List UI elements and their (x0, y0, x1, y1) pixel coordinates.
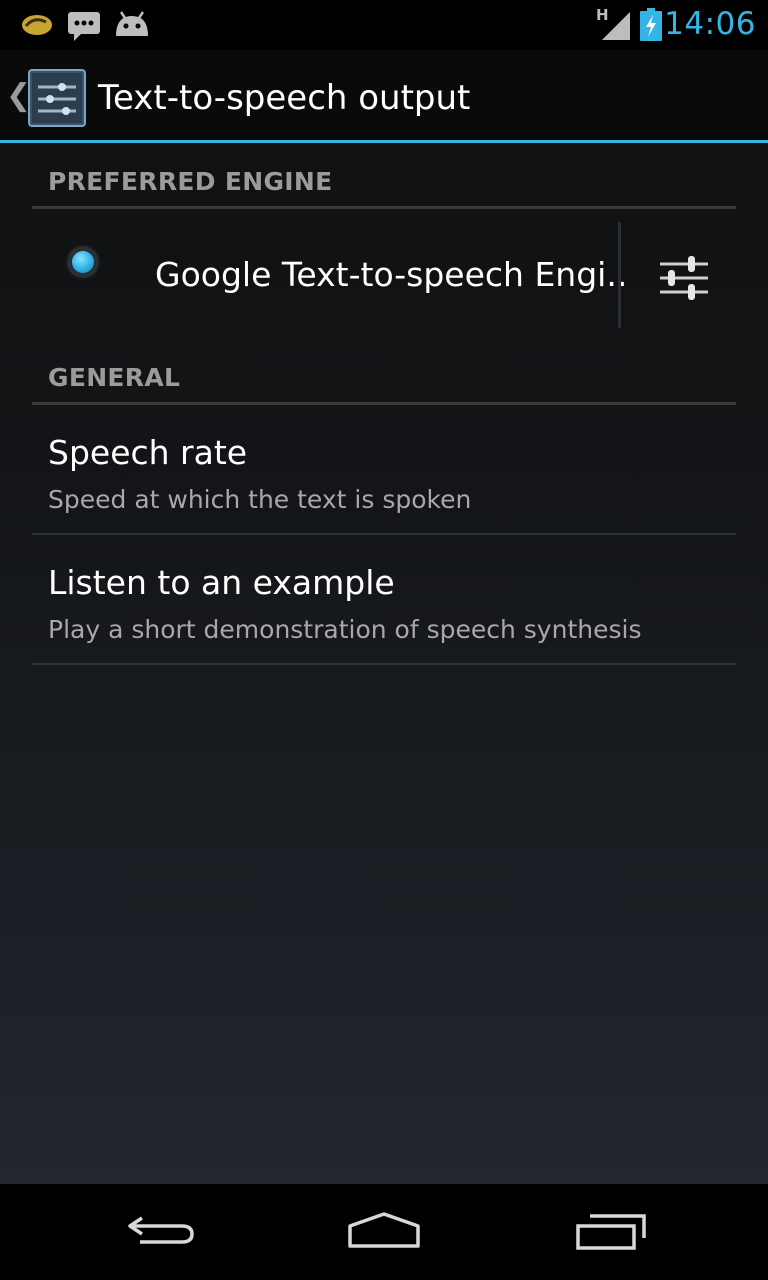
section-header-general: GENERAL (32, 350, 736, 405)
engine-label[interactable]: Google Text-to-speech Engi.. (155, 255, 627, 294)
section-header-preferred-engine: PREFERRED ENGINE (32, 158, 736, 209)
pref-item-listen-example[interactable]: Listen to an example Play a short demons… (32, 535, 736, 665)
pref-item-speech-rate[interactable]: Speech rate Speed at which the text is s… (32, 405, 736, 535)
pref-summary: Speed at which the text is spoken (48, 485, 472, 514)
pref-title: Speech rate (48, 433, 248, 472)
settings-screen: ❮ Text-to-speech output PREFERRED ENGINE… (0, 50, 768, 1184)
section-header-label: GENERAL (48, 363, 181, 392)
notification-bean-icon (22, 15, 52, 35)
page-title: Text-to-speech output (98, 78, 471, 118)
sms-icon (68, 12, 100, 41)
battery-charging-icon (640, 8, 662, 41)
back-icon[interactable] (122, 1206, 202, 1258)
status-bar: H 14:06 (0, 0, 768, 50)
navigation-bar (0, 1184, 768, 1280)
engine-radio[interactable] (65, 244, 101, 280)
home-icon[interactable] (344, 1206, 424, 1258)
status-time: 14:06 (664, 6, 756, 42)
engine-row[interactable]: Google Text-to-speech Engi.. (32, 208, 736, 338)
section-header-label: PREFERRED ENGINE (48, 167, 333, 196)
android-icon (116, 11, 148, 36)
signal-icon (602, 12, 630, 40)
radio-selected-dot (72, 251, 94, 273)
recent-apps-icon[interactable] (572, 1206, 652, 1258)
engine-divider (618, 222, 621, 328)
engine-settings-icon[interactable] (656, 252, 712, 308)
settings-sliders-icon[interactable] (28, 69, 86, 127)
action-bar: ❮ Text-to-speech output (0, 50, 768, 143)
pref-summary: Play a short demonstration of speech syn… (48, 615, 642, 644)
pref-title: Listen to an example (48, 563, 395, 602)
